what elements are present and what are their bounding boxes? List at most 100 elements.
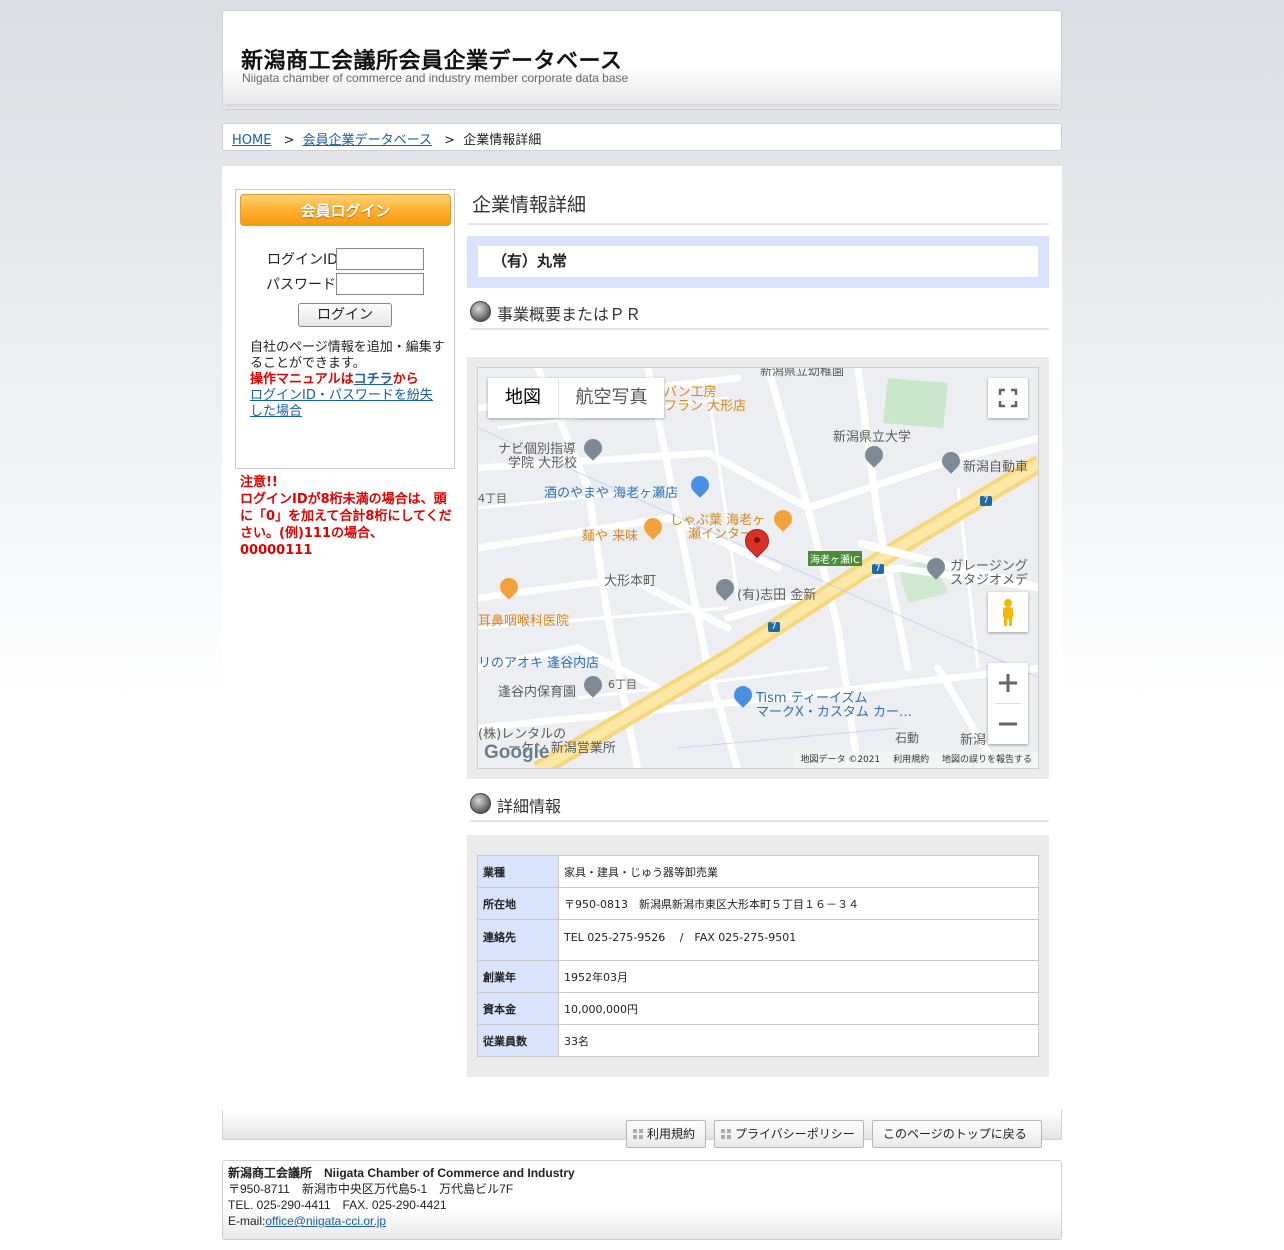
map-label-hoiku: 逢谷内保育園 (498, 685, 577, 700)
table-row: 創業年 1952年03月 (477, 960, 1039, 993)
footer-terms-button[interactable]: 利用規約 (626, 1120, 706, 1148)
section-pr-label: 事業概要またはＰＲ (497, 305, 642, 324)
password-input[interactable] (336, 273, 424, 295)
footer-info: 新潟商工会議所 Niigata Chamber of Commerce and … (222, 1160, 1062, 1240)
map-label-menya: 麺や 来味 (582, 529, 639, 544)
map-container: 新潟県立幼稚園 パン工房 フラン 大形店 新潟県立大学 ナビ個別指導 学院 大形… (467, 357, 1049, 779)
footer-tel: TEL. 025-290-4411 FAX. 025-290-4421 (228, 1198, 447, 1212)
map-label-ic: 海老ヶ瀬IC (808, 551, 862, 566)
section-divider (470, 328, 1049, 330)
row-label-capital: 資本金 (477, 992, 559, 1025)
table-row: 従業員数 33名 (477, 1024, 1039, 1057)
password-label: パスワード (266, 277, 336, 293)
map-label-navi2: 学院 大形校 (508, 456, 578, 471)
company-name: （有）丸常 (478, 246, 1038, 277)
breadcrumb-home-link[interactable]: HOME (232, 133, 271, 148)
zoom-control (988, 663, 1028, 744)
breadcrumb-separator: > (444, 133, 456, 148)
login-button[interactable]: ログイン (298, 303, 392, 327)
row-value-capital: 10,000,000円 (558, 992, 1039, 1025)
details-table: 業種 家具・建具・じゅう器等卸売業 所在地 〒950-0813 新潟県新潟市東区… (477, 855, 1039, 1057)
login-note-text: 自社のページ情報を追加・編集することができます。 (250, 340, 445, 371)
warning-text: ログインIDが8桁未満の場合は、頭に「0」を加えて合計8桁にしてください。(例)… (240, 492, 452, 558)
site-subtitle: Niigata chamber of commerce and industry… (242, 71, 629, 85)
map-label-chome4: 4丁目 (478, 492, 507, 505)
row-value-address: 〒950-0813 新潟県新潟市東区大形本町５丁目１６－３４ (558, 887, 1039, 920)
footer-email-line: E-mail:office@niigata-cci.or.jp (228, 1213, 1056, 1229)
back-to-top-button[interactable]: このページのトップに戻る (872, 1120, 1042, 1148)
map-label-jibi: 耳鼻咽喉科医院 (478, 614, 570, 629)
row-value-employees: 33名 (558, 1024, 1039, 1057)
footer-terms-label: 利用規約 (647, 1127, 696, 1141)
map-label-aoki: リのアオキ 逢谷内店 (478, 656, 600, 671)
footer-privacy-label: プライバシーポリシー (735, 1127, 855, 1141)
site-header: 新潟商工会議所会員企業データベース Niigata chamber of com… (222, 10, 1062, 110)
zoom-in-button[interactable] (988, 663, 1028, 703)
table-row: 資本金 10,000,000円 (477, 992, 1039, 1025)
zoom-out-button[interactable] (988, 704, 1028, 744)
row-label-industry: 業種 (477, 855, 559, 888)
login-note: 自社のページ情報を追加・編集することができます。 操作マニュアルはコチラから ロ… (250, 340, 445, 420)
row-label-founded: 創業年 (477, 960, 559, 993)
footer-email-label: E-mail: (228, 1214, 266, 1228)
row-label-contact: 連絡先 (477, 919, 559, 961)
section-details-heading: 詳細情報 (470, 790, 1049, 822)
footer-privacy-button[interactable]: プライバシーポリシー (714, 1120, 864, 1148)
grid-icon (633, 1129, 643, 1139)
google-logo[interactable]: Google (484, 742, 549, 764)
map-label-bakery2: フラン 大形店 (664, 399, 747, 414)
street-view-button[interactable] (988, 592, 1028, 632)
row-value-founded: 1952年03月 (558, 960, 1039, 993)
login-header: 会員ログイン (240, 194, 451, 226)
title-divider (468, 223, 1049, 225)
header-inner: 新潟商工会議所会員企業データベース Niigata chamber of com… (225, 13, 1059, 107)
map-label-jidosha: 新潟自動車 (963, 460, 1029, 475)
map-label-shabu2: 瀬インター (688, 527, 754, 542)
section-divider (470, 820, 1049, 822)
login-box: 会員ログイン ログインID パスワード ログイン 自社のページ情報を追加・編集す… (235, 189, 455, 469)
map-tab-satellite[interactable]: 航空写真 (558, 378, 664, 418)
row-label-address: 所在地 (477, 887, 559, 920)
section-details-label: 詳細情報 (497, 797, 562, 816)
route-7-badge: 7 (872, 564, 884, 574)
map-report-link[interactable]: 地図の誤りを報告する (942, 755, 1032, 765)
table-row: 所在地 〒950-0813 新潟県新潟市東区大形本町５丁目１６－３４ (477, 887, 1039, 920)
map-label-garage2: スタジオメデ (950, 573, 1029, 588)
bullet-icon (470, 301, 491, 322)
map-label-ishidou: 石動 (895, 731, 920, 745)
map-tab-map[interactable]: 地図 (488, 378, 558, 418)
fullscreen-icon (998, 388, 1018, 408)
map-label-tism2: マークX・カスタム カー… (756, 705, 913, 720)
manual-prefix: 操作マニュアルは (250, 372, 354, 387)
section-pr-heading: 事業概要またはＰＲ (470, 298, 1049, 330)
breadcrumb-database-link[interactable]: 会員企業データベース (303, 133, 432, 148)
breadcrumb-separator: > (283, 133, 295, 148)
table-row: 業種 家具・建具・じゅう器等卸売業 (477, 855, 1039, 888)
map-label-sake: 酒のやまや 海老ヶ瀬店 (544, 486, 679, 501)
details-container: 業種 家具・建具・じゅう器等卸売業 所在地 〒950-0813 新潟県新潟市東区… (467, 835, 1049, 1077)
lost-credentials-link[interactable]: ログインID・パスワードを紛失した場合 (250, 388, 433, 419)
footer-address: 〒950-8711 新潟市中央区万代島5-1 万代島ビル7F (228, 1182, 514, 1196)
minus-icon (999, 722, 1017, 726)
pegman-icon (1003, 599, 1013, 626)
bullet-icon (470, 793, 491, 814)
map-label-university: 新潟県立大学 (833, 430, 912, 445)
plus-icon (999, 674, 1017, 692)
map-label-niigata: 新潟 (960, 733, 987, 748)
map-type-control: 地図 航空写真 (488, 378, 664, 418)
footer-email-link[interactable]: office@niigata-cci.or.jp (265, 1214, 386, 1228)
table-row: 連絡先 TEL 025-275-9526 / FAX 025-275-9501 (477, 919, 1039, 961)
manual-link[interactable]: コチラ (354, 372, 393, 387)
fullscreen-button[interactable] (988, 378, 1028, 418)
row-value-contact: TEL 025-275-9526 / FAX 025-275-9501 (558, 919, 1039, 961)
grid-icon (721, 1129, 731, 1139)
map-label-kindergarten: 新潟県立幼稚園 (760, 367, 845, 378)
google-map[interactable]: 新潟県立幼稚園 パン工房 フラン 大形店 新潟県立大学 ナビ個別指導 学院 大形… (477, 367, 1039, 769)
pin-center-dot (754, 537, 760, 543)
login-id-input[interactable] (336, 248, 424, 270)
warning-title: 注意!! (240, 475, 278, 490)
row-value-industry: 家具・建具・じゅう器等卸売業 (558, 855, 1039, 888)
map-label-shida: (有)志田 金新 (737, 588, 817, 603)
map-terms-link[interactable]: 利用規約 (893, 755, 929, 765)
footer-org: 新潟商工会議所 Niigata Chamber of Commerce and … (228, 1166, 575, 1180)
